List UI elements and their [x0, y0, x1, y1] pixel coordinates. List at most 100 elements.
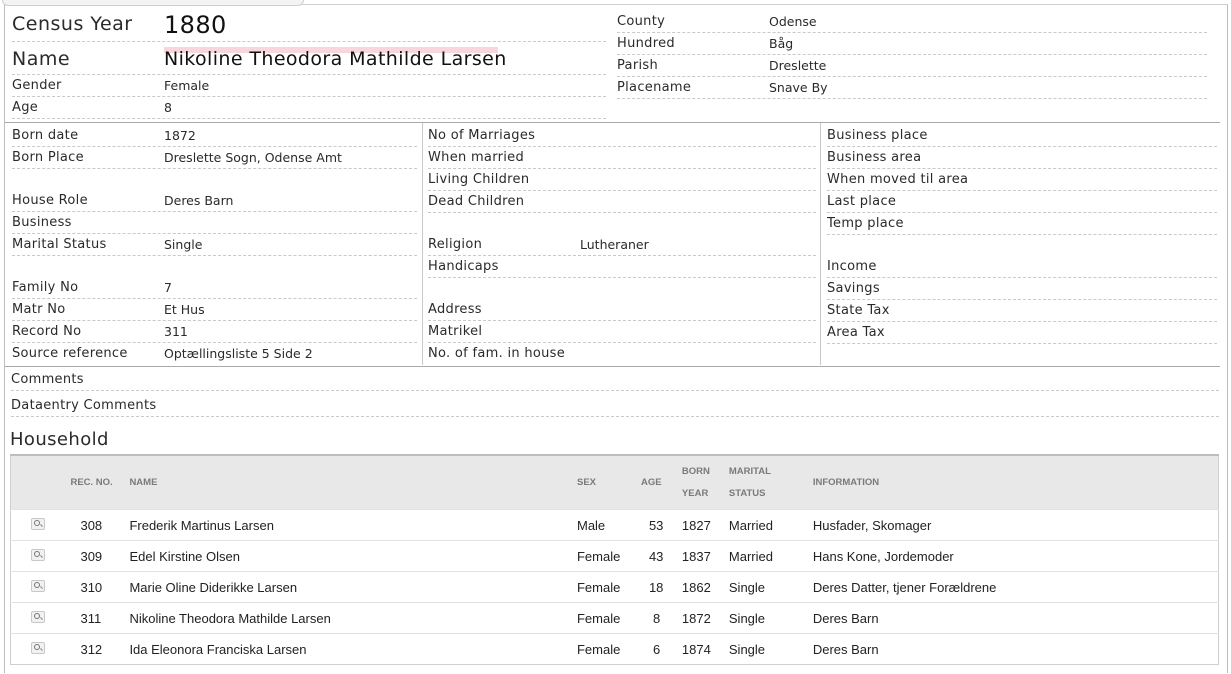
name-cell: Ida Eleonora Franciska Larsen	[129, 633, 577, 665]
divider	[12, 74, 606, 75]
marital-status-label: Marital Status	[12, 237, 107, 252]
header-sex[interactable]: SEX	[576, 454, 641, 510]
divider	[12, 233, 417, 234]
header-rec-no[interactable]: REC. NO.	[70, 454, 130, 510]
divider	[428, 342, 816, 343]
divider	[827, 343, 1217, 344]
name-cell: Edel Kirstine Olsen	[129, 540, 577, 572]
divider	[827, 234, 1217, 235]
dead-children-label: Dead Children	[428, 194, 525, 209]
sex-cell: Female	[576, 571, 641, 603]
magnifier-icon[interactable]	[31, 548, 45, 561]
magnifier-icon[interactable]	[31, 517, 45, 530]
header-information[interactable]: INFORMATION	[812, 454, 1219, 510]
census-year-label: Census Year	[12, 13, 133, 35]
born-year-cell: 1874	[681, 633, 729, 665]
fam-in-house-label: No. of fam. in house	[428, 346, 566, 361]
column-divider	[422, 123, 423, 365]
age-cell: 53	[640, 509, 682, 541]
record-no-label: Record No	[12, 324, 82, 339]
header-born-year-line2: YEAR	[681, 487, 709, 499]
handicaps-label: Handicaps	[428, 259, 499, 274]
age-value: 8	[164, 100, 172, 115]
marital-cell: Single	[728, 571, 813, 603]
business-area-label: Business area	[827, 150, 922, 165]
age-cell: 18	[640, 571, 682, 603]
person-name: Nikoline Theodora Mathilde Larsen	[164, 48, 507, 70]
header-born-year[interactable]: BORN YEAR	[681, 454, 729, 510]
divider	[428, 320, 816, 321]
table-header-row: REC. NO. NAME SEX AGE BORN YEAR MARITAL ST…	[10, 454, 1219, 510]
table-row[interactable]: 310 Marie Oline Diderikke Larsen Female …	[10, 571, 1219, 603]
rec-no-cell: 312	[70, 633, 130, 665]
divider	[12, 96, 606, 97]
divider	[428, 212, 816, 213]
rec-no-cell: 309	[70, 540, 130, 572]
divider	[827, 321, 1217, 322]
divider	[12, 298, 417, 299]
divider	[12, 211, 417, 212]
temp-place-label: Temp place	[827, 216, 904, 231]
table-row[interactable]: 312 Ida Eleonora Franciska Larsen Female…	[10, 633, 1219, 665]
marital-cell: Single	[728, 633, 813, 665]
section-rule	[5, 122, 1220, 123]
divider	[428, 190, 816, 191]
living-children-label: Living Children	[428, 172, 530, 187]
county-label: County	[617, 14, 666, 29]
header-age[interactable]: AGE	[640, 454, 682, 510]
divider	[428, 146, 816, 147]
parish-value: Dreslette	[769, 58, 827, 73]
source-reference-label: Source reference	[12, 346, 128, 361]
matrikel-label: Matrikel	[428, 324, 483, 339]
census-year-value: 1880	[164, 11, 227, 39]
religion-label: Religion	[428, 237, 483, 252]
sex-cell: Female	[576, 540, 641, 572]
record-no-value: 311	[164, 324, 188, 339]
area-tax-label: Area Tax	[827, 325, 885, 340]
address-label: Address	[428, 302, 482, 317]
rec-no-cell: 311	[70, 602, 130, 634]
name-cell: Nikoline Theodora Mathilde Larsen	[129, 602, 577, 634]
divider	[11, 390, 1219, 391]
parish-label: Parish	[617, 58, 658, 73]
born-year-cell: 1862	[681, 571, 729, 603]
divider	[827, 277, 1217, 278]
header-marital-line2: STATUS	[728, 487, 766, 499]
marital-status-value: Single	[164, 237, 203, 252]
divider	[12, 255, 417, 256]
divider	[12, 342, 417, 343]
county-value: Odense	[769, 14, 817, 29]
gender-label: Gender	[12, 78, 62, 93]
table-row[interactable]: 309 Edel Kirstine Olsen Female 43 1837 M…	[10, 540, 1219, 572]
table-row[interactable]: 308 Frederik Martinus Larsen Male 53 182…	[10, 509, 1219, 541]
last-place-label: Last place	[827, 194, 897, 209]
divider	[12, 320, 417, 321]
placename-label: Placename	[617, 80, 692, 95]
age-cell: 8	[640, 602, 682, 634]
age-label: Age	[12, 100, 39, 115]
magnifier-icon[interactable]	[31, 610, 45, 623]
information-cell: Husfader, Skomager	[812, 509, 1219, 541]
income-label: Income	[827, 259, 877, 274]
business-label: Business	[12, 215, 72, 230]
header-name[interactable]: NAME	[129, 454, 577, 510]
table-row[interactable]: 311 Nikoline Theodora Mathilde Larsen Fe…	[10, 602, 1219, 634]
name-cell: Frederik Martinus Larsen	[129, 509, 577, 541]
divider	[428, 168, 816, 169]
section-rule	[5, 366, 1220, 367]
born-date-value: 1872	[164, 128, 196, 143]
information-cell: Deres Datter, tjener Forældrene	[812, 571, 1219, 603]
magnifier-icon[interactable]	[31, 641, 45, 654]
header-born-year-line1: BORN	[681, 465, 710, 477]
business-place-label: Business place	[827, 128, 928, 143]
when-moved-label: When moved til area	[827, 172, 969, 187]
header-marital-status[interactable]: MARITAL STATUS	[728, 454, 813, 510]
magnifier-icon[interactable]	[31, 579, 45, 592]
sex-cell: Male	[576, 509, 641, 541]
savings-label: Savings	[827, 281, 880, 296]
divider	[827, 212, 1217, 213]
rec-no-cell: 310	[70, 571, 130, 603]
divider	[617, 54, 1207, 55]
tab-edge[interactable]	[2, 0, 304, 6]
information-cell: Hans Kone, Jordemoder	[812, 540, 1219, 572]
